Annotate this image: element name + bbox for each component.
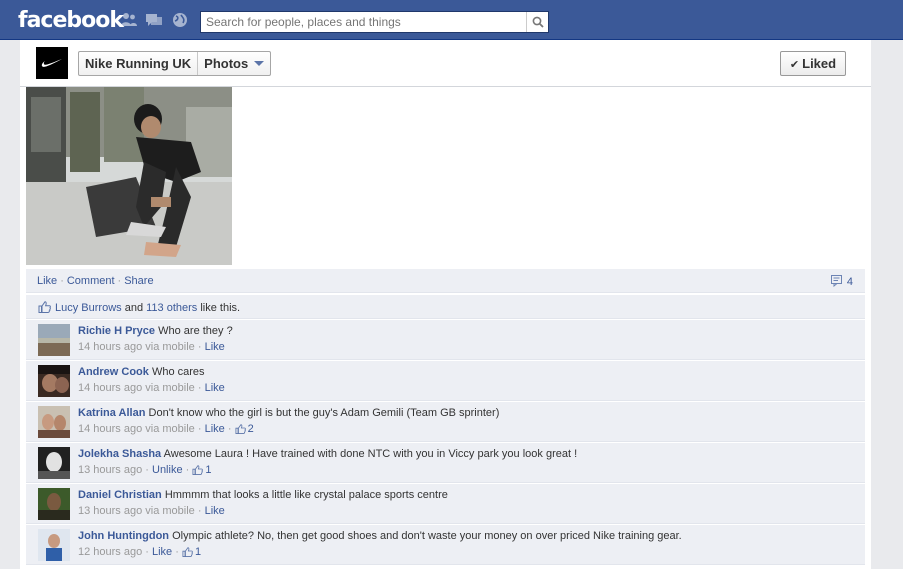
comment-like-link[interactable]: Like [205,505,225,517]
comment-author[interactable]: Andrew Cook [78,366,149,378]
thumbs-up-icon [38,301,51,313]
nike-swoosh-icon [41,59,62,67]
comment-author[interactable]: Jolekha Shasha [78,448,161,460]
comment-like-count[interactable]: 1 [182,546,201,558]
photos-dropdown[interactable]: Photos [197,52,270,75]
likes-suffix-text: like this. [200,302,241,314]
avatar[interactable] [38,488,70,520]
messages-icon[interactable] [145,12,163,28]
comment-item: Daniel Christian Hmmmm that looks a litt… [26,484,865,524]
comment-item: John Huntingdon Olympic athlete? No, the… [26,525,865,565]
comment-like-count-value: 1 [194,546,202,558]
notifications-globe-icon[interactable] [171,12,189,28]
separator-dot: · [117,275,122,287]
avatar[interactable] [38,447,70,479]
avatar[interactable] [38,365,70,397]
comment-text: Olympic athlete? No, then get good shoes… [172,530,682,542]
liked-button[interactable]: ✔ Liked [780,51,846,76]
comment-item: Jolekha Shasha Awesome Laura ! Have trai… [26,443,865,483]
comment-timestamp[interactable]: 13 hours ago [78,464,142,476]
page-avatar[interactable] [36,47,68,79]
avatar[interactable] [38,324,70,356]
comment-text: Who cares [151,366,205,378]
comment-text: Who are they ? [158,325,233,337]
avatar[interactable] [38,529,70,561]
comment-count[interactable]: 4 [830,275,853,288]
photo[interactable] [26,87,232,265]
photo-page: Nike Running UK Photos ✔ Liked Like · Co… [20,40,871,569]
thumbs-up-icon [192,465,204,475]
breadcrumb: Nike Running UK Photos [78,51,272,76]
comment-text: Don't know who the girl is but the guy's… [148,407,500,419]
comment-unlike-link[interactable]: Unlike [152,464,183,476]
liker-link[interactable]: Lucy Burrows [55,302,122,314]
photos-dropdown-label: Photos [204,56,249,71]
comment-link[interactable]: Comment [67,275,115,287]
comment-text: Awesome Laura ! Have trained with done N… [163,448,578,460]
facebook-logo[interactable]: facebook [18,8,124,33]
comment-like-count[interactable]: 2 [235,423,254,435]
chevron-down-icon [254,61,265,67]
photo-image [26,87,232,265]
comment-timestamp[interactable]: 12 hours ago [78,546,142,558]
search-input[interactable] [201,12,527,32]
page-header: Nike Running UK Photos ✔ Liked [20,40,871,87]
comment-like-link[interactable]: Like [205,382,225,394]
comment-text: Hmmmm that looks a little like crystal p… [164,489,448,501]
comment-via: via mobile [145,341,195,353]
likes-and-text: and [124,302,144,314]
comment-item: Andrew Cook Who cares 14 hours ago via m… [26,361,865,401]
comment-like-link[interactable]: Like [152,546,172,558]
feedback-actions: Like · Comment · Share 4 [26,269,865,293]
comment-item: Katrina Allan Don't know who the girl is… [26,402,865,442]
comment-author[interactable]: Richie H Pryce [78,325,155,337]
search-button[interactable] [526,12,548,32]
separator-dot: · [60,275,64,287]
comment-timestamp[interactable]: 13 hours ago [78,505,142,517]
comment-bubble-icon [830,275,842,288]
thumbs-up-icon [182,547,193,557]
share-link[interactable]: Share [124,275,153,287]
check-icon: ✔ [789,59,800,71]
comment-timestamp[interactable]: 14 hours ago [78,382,142,394]
likes-summary: Lucy Burrows and 113 others like this. [26,295,865,319]
comment-timestamp[interactable]: 14 hours ago [78,423,142,435]
comment-like-count-value: 1 [205,464,212,476]
liked-label: Liked [802,56,837,71]
comment-author[interactable]: John Huntingdon [78,530,169,542]
comment-author[interactable]: Katrina Allan [78,407,145,419]
avatar[interactable] [38,406,70,438]
comment-like-count[interactable]: 1 [192,464,211,476]
comment-timestamp[interactable]: 14 hours ago [78,341,142,353]
page-name-link[interactable]: Nike Running UK [79,52,197,75]
comment-like-count-value: 2 [247,423,254,435]
friend-requests-icon[interactable] [120,12,138,28]
comment-via: via mobile [145,423,195,435]
comment-via: via mobile [145,382,195,394]
others-link[interactable]: 113 others [146,302,197,314]
top-bar: facebook [0,0,903,40]
comment-via: via mobile [145,505,195,517]
comment-item: Richie H Pryce Who are they ? 14 hours a… [26,320,865,360]
comment-author[interactable]: Daniel Christian [78,489,162,501]
search-box [200,11,549,33]
comment-count-value: 4 [846,276,853,288]
like-link[interactable]: Like [37,275,57,287]
thumbs-up-icon [235,424,246,434]
comment-like-link[interactable]: Like [205,423,225,435]
search-icon [532,16,544,28]
comment-like-link[interactable]: Like [205,341,225,353]
